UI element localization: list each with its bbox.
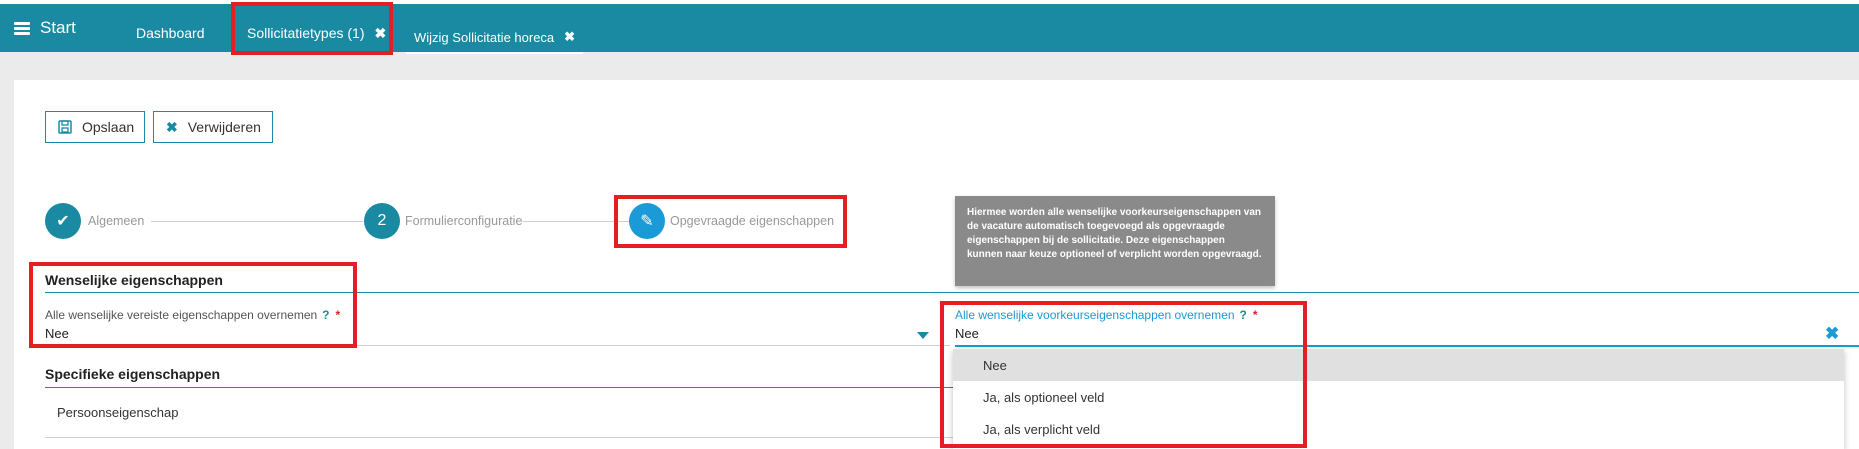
close-icon[interactable]: ✖ (375, 25, 387, 41)
help-icon[interactable]: ? (322, 308, 329, 322)
close-icon: ✖ (166, 118, 178, 135)
dropdown-option[interactable]: Ja, als optioneel veld (953, 381, 1844, 413)
tab-sollicitatietypes[interactable]: Sollicitatietypes (1) ✖ (247, 25, 386, 42)
wenselijk-section-title: Wenselijke eigenschappen (45, 272, 223, 288)
persoonseigenschap-row: Persoonseigenschap (57, 405, 179, 420)
required-marker: * (1252, 308, 1258, 322)
step-1-label[interactable]: Algemeen (88, 214, 144, 228)
delete-button[interactable]: ✖ Verwijderen (153, 111, 273, 143)
hamburger-icon (14, 22, 30, 35)
specifiek-section-title: Specifieke eigenschappen (45, 366, 221, 382)
stepper-line (523, 221, 633, 222)
tab-wijzig-label: Wijzig Sollicitatie horeca (414, 29, 555, 45)
help-tooltip: Hiermee worden alle wenselijke voorkeurs… (955, 196, 1275, 286)
tab-wijzig-sollicitatie[interactable]: Wijzig Sollicitatie horeca ✖ (406, 22, 584, 54)
step-2-number[interactable]: 2 (364, 203, 400, 239)
step-3-label[interactable]: Opgevraagde eigenschappen (670, 214, 834, 228)
save-label: Opslaan (82, 119, 135, 135)
pencil-icon[interactable]: ✎ (629, 203, 665, 239)
required-marker: * (335, 308, 341, 322)
tab-dashboard[interactable]: Dashboard (136, 25, 205, 41)
vereiste-field-label: Alle wenselijke vereiste eigenschappen o… (45, 308, 340, 322)
voorkeur-field-label: Alle wenselijke voorkeurseigenschappen o… (955, 308, 1258, 322)
voorkeur-label-text: Alle wenselijke voorkeurseigenschappen o… (955, 308, 1235, 322)
clear-icon[interactable]: ✖ (1825, 324, 1839, 344)
vereiste-select[interactable]: Nee (45, 326, 69, 341)
floppy-disk-icon (58, 120, 72, 134)
dropdown-option[interactable]: Ja, als verplicht veld (953, 413, 1844, 445)
tab-sollicitatietypes-label: Sollicitatietypes (1) (247, 25, 365, 41)
section-divider (45, 387, 965, 388)
chevron-down-icon[interactable] (917, 332, 929, 339)
save-button[interactable]: Opslaan (45, 111, 145, 143)
dropdown-option[interactable]: Nee (953, 349, 1844, 381)
row-divider (45, 437, 965, 438)
voorkeur-underline (955, 345, 1859, 347)
step-1-check[interactable]: ✔ (45, 203, 81, 239)
close-icon[interactable]: ✖ (564, 29, 575, 45)
voorkeur-select[interactable]: Nee (955, 326, 979, 341)
navbar: Start Dashboard Sollicitatietypes (1) ✖ W… (0, 4, 1859, 54)
section-divider (45, 292, 1859, 293)
voorkeur-dropdown: Nee Ja, als optioneel veld Ja, als verpl… (953, 349, 1844, 449)
vereiste-underline (45, 345, 950, 346)
step-2-label[interactable]: Formulierconfiguratie (405, 214, 522, 228)
start-label: Start (40, 18, 76, 37)
help-icon[interactable]: ? (1240, 308, 1247, 322)
start-menu-button[interactable]: Start (14, 18, 76, 38)
stepper-line (151, 221, 363, 222)
delete-label: Verwijderen (187, 119, 261, 135)
vereiste-label-text: Alle wenselijke vereiste eigenschappen o… (45, 308, 318, 322)
